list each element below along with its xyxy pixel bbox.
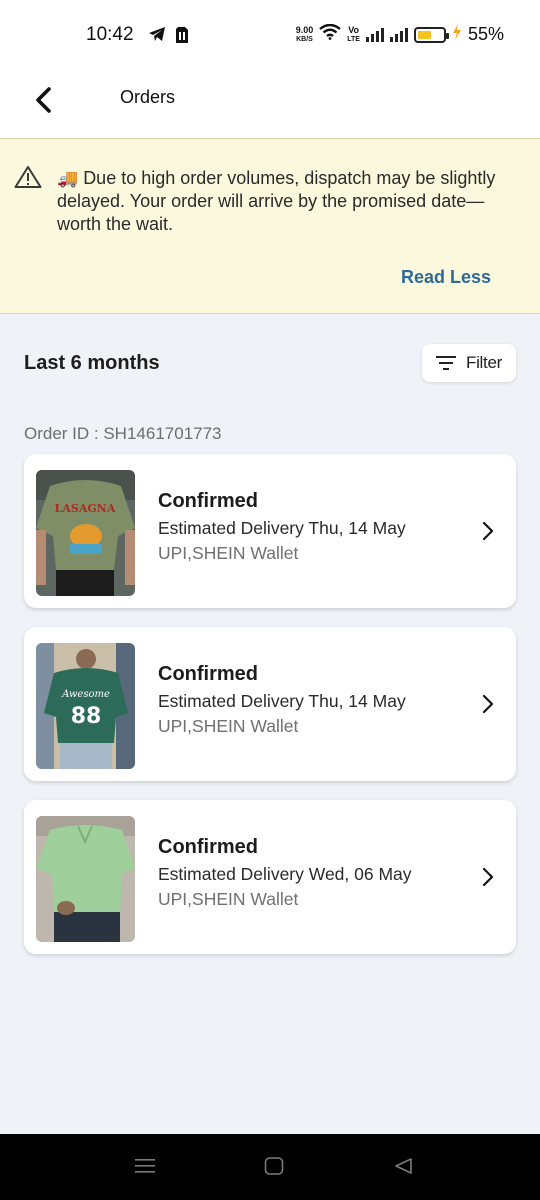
estimated-delivery: Estimated Delivery Thu, 14 May xyxy=(158,691,406,711)
estimated-delivery: Estimated Delivery Thu, 14 May xyxy=(158,518,406,538)
status-bar: 10:42 9.00 KB/S Vo LTE 55% xyxy=(0,0,540,70)
telegram-icon xyxy=(148,26,166,47)
warning-icon xyxy=(14,165,42,194)
chevron-right-icon xyxy=(482,867,494,892)
payment-method: UPI,SHEIN Wallet xyxy=(158,716,299,736)
order-status: Confirmed xyxy=(158,663,258,685)
payment-method: UPI,SHEIN Wallet xyxy=(158,543,299,563)
product-thumbnail: Awesome 88 xyxy=(36,643,135,769)
home-icon[interactable] xyxy=(264,1156,284,1181)
product-thumbnail: LASAGNA xyxy=(36,470,135,596)
payment-method: UPI,SHEIN Wallet xyxy=(158,889,299,909)
order-card[interactable]: Confirmed Estimated Delivery Wed, 06 May… xyxy=(24,800,516,954)
status-time: 10:42 xyxy=(86,24,134,45)
filter-button[interactable]: Filter xyxy=(422,344,516,382)
order-id: Order ID : SH1461701773 xyxy=(24,424,222,443)
estimated-delivery: Estimated Delivery Wed, 06 May xyxy=(158,864,412,884)
menu-icon[interactable] xyxy=(135,1156,155,1181)
signal-strength-2-icon xyxy=(389,27,408,42)
notice-text-block: 🚚 Due to high order volumes, dispatch ma… xyxy=(57,167,527,236)
filter-icon xyxy=(436,356,456,370)
status-indicators: 9.00 KB/S Vo LTE 55% xyxy=(295,23,504,45)
network-speed-value: 9.00 xyxy=(295,24,314,35)
volte-bottom: LTE xyxy=(347,35,360,43)
notice-message: Due to high order volumes, dispatch may … xyxy=(57,168,496,234)
chevron-right-icon xyxy=(482,694,494,719)
volte-indicator: Vo LTE xyxy=(347,24,360,44)
filter-label: Filter xyxy=(466,353,502,372)
chevron-right-icon xyxy=(482,521,494,546)
orders-section-header: Last 6 months Filter xyxy=(24,343,516,383)
battery-level xyxy=(417,30,432,39)
dispatch-notice-banner: 🚚 Due to high order volumes, dispatch ma… xyxy=(0,139,540,314)
system-nav-bar xyxy=(0,1134,540,1200)
back-button[interactable] xyxy=(26,82,62,118)
network-speed: 9.00 KB/S xyxy=(295,24,314,44)
read-less-link[interactable]: Read Less xyxy=(401,267,491,288)
order-card[interactable]: Awesome 88 Confirmed Estimated Delivery … xyxy=(24,627,516,781)
order-card[interactable]: LASAGNA Confirmed Estimated Delivery Thu… xyxy=(24,454,516,608)
sim-card-icon xyxy=(175,26,189,49)
battery-icon xyxy=(413,26,449,43)
thumb-print-text: Awesome xyxy=(61,689,110,700)
thumb-print-text: LASAGNA xyxy=(55,502,116,515)
battery-percent: 55% xyxy=(467,24,504,44)
page-title: Orders xyxy=(120,87,176,107)
network-speed-unit: KB/S xyxy=(296,35,313,43)
volte-top: Vo xyxy=(348,24,360,35)
wifi-icon xyxy=(319,23,342,45)
order-status: Confirmed xyxy=(158,490,258,512)
section-title: Last 6 months xyxy=(24,352,160,374)
truck-icon: 🚚 xyxy=(57,169,79,188)
charging-icon xyxy=(452,24,462,45)
back-icon[interactable] xyxy=(393,1156,413,1181)
product-thumbnail xyxy=(36,816,135,942)
back-arrow-icon xyxy=(36,87,51,113)
order-status: Confirmed xyxy=(158,836,258,858)
thumb-print-number: 88 xyxy=(71,704,102,729)
app-header: Orders xyxy=(0,70,540,139)
signal-strength-icon xyxy=(365,27,384,42)
